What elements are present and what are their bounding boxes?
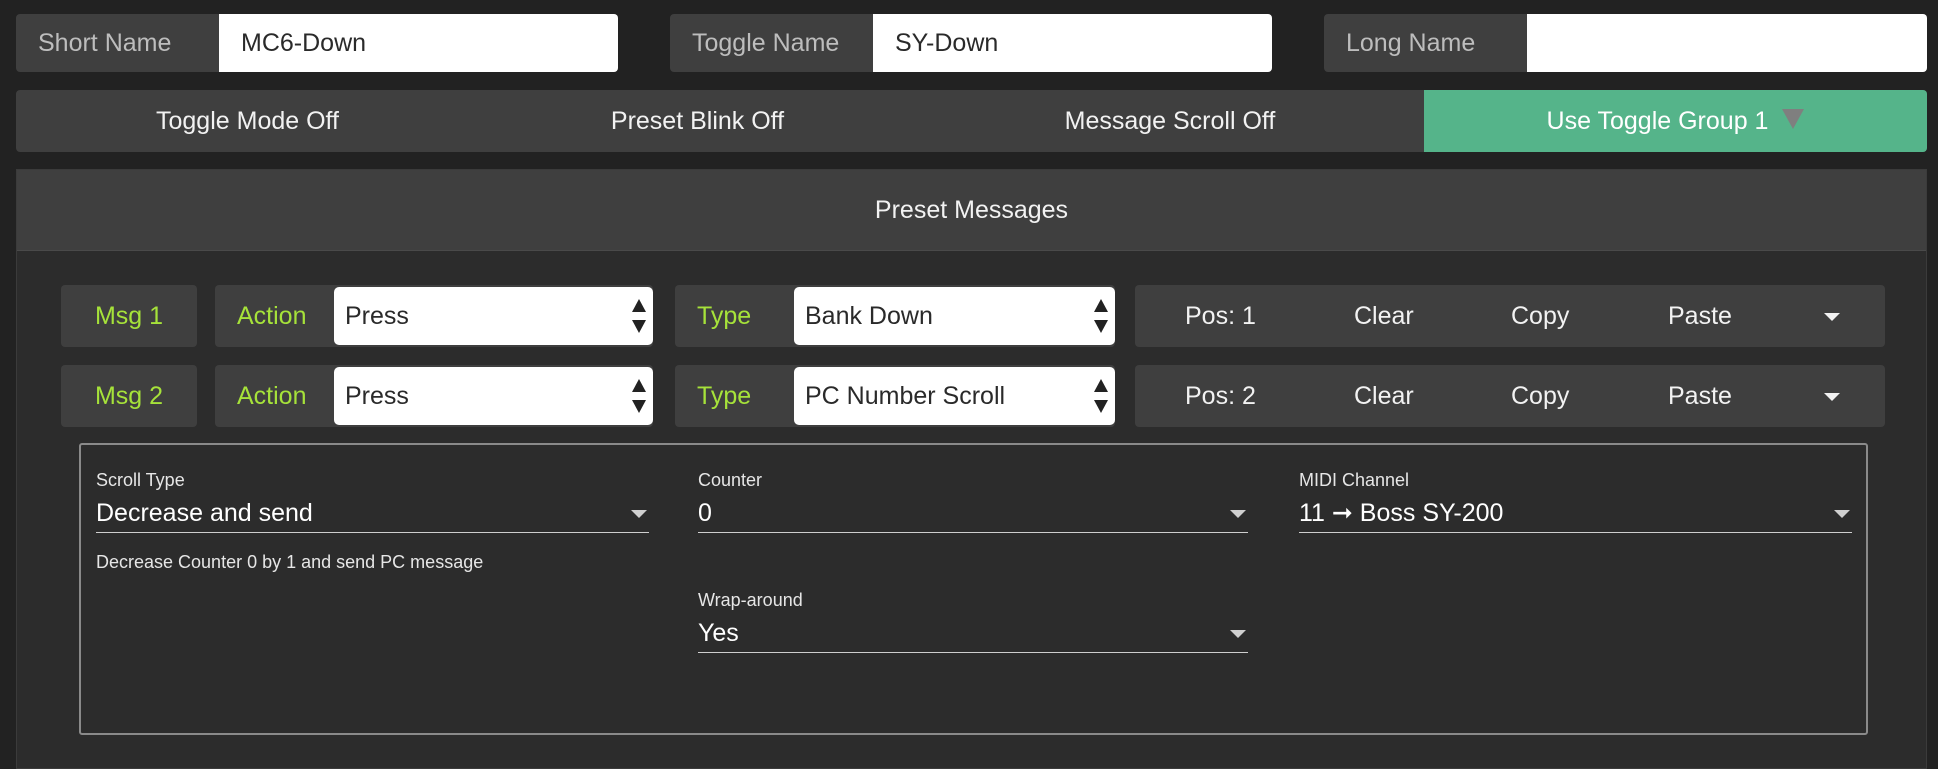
mode-bar: Toggle Mode Off Preset Blink Off Message… [16, 90, 1927, 152]
scroll-type-helper: Decrease Counter 0 by 1 and send PC mess… [96, 552, 484, 572]
msg-label: Msg 1 [94, 301, 164, 330]
message-scroll-button[interactable]: Message Scroll Off [916, 90, 1424, 152]
preset-messages-panel: Preset Messages Msg 1 Action Press Type … [16, 169, 1927, 769]
short-name-group: Short Name [16, 14, 618, 72]
counter-select[interactable]: 0 [698, 494, 1248, 533]
up-down-arrows-icon [632, 299, 646, 333]
panel-title: Preset Messages [17, 170, 1926, 251]
type-select-value: Bank Down [805, 301, 933, 330]
caret-down-icon [1230, 630, 1246, 638]
type-select[interactable]: Bank Down [794, 287, 1115, 345]
position-label: Pos: 1 [1185, 301, 1256, 330]
wrap-around-label: Wrap-around [698, 590, 803, 610]
scroll-type-value: Decrease and send [96, 498, 313, 527]
msg-label-pill: Msg 1 [61, 285, 197, 347]
position-controls: Pos: 2 Clear Copy Paste [1135, 365, 1885, 427]
up-down-arrows-icon [1094, 379, 1108, 413]
midi-channel-value: 11 ➞ Boss SY-200 [1299, 499, 1504, 527]
toggle-mode-button[interactable]: Toggle Mode Off [16, 90, 479, 152]
action-pill: Action Press [215, 285, 653, 347]
message-row-1: Msg 1 Action Press Type Bank Down Pos: 1… [61, 285, 1901, 347]
type-label: Type [697, 381, 752, 410]
wrap-around-field: Wrap-around Yes [698, 590, 1248, 654]
midi-channel-select[interactable]: 11 ➞ Boss SY-200 [1299, 494, 1852, 533]
counter-value: 0 [698, 498, 712, 527]
action-select-value: Press [345, 301, 409, 330]
scroll-type-field: Scroll Type Decrease and send [96, 470, 649, 534]
toggle-name-label: Toggle Name [670, 14, 873, 72]
clear-button[interactable]: Clear [1354, 285, 1414, 347]
up-down-arrows-icon [632, 379, 646, 413]
action-select-value: Press [345, 381, 409, 410]
preset-blink-button[interactable]: Preset Blink Off [479, 90, 916, 152]
counter-label: Counter [698, 470, 763, 490]
scroll-type-select[interactable]: Decrease and send [96, 494, 649, 533]
action-label: Action [237, 381, 307, 410]
counter-field: Counter 0 [698, 470, 1248, 534]
midi-channel-label: MIDI Channel [1299, 470, 1410, 490]
long-name-input[interactable] [1527, 14, 1927, 72]
action-pill: Action Press [215, 365, 653, 427]
copy-button[interactable]: Copy [1511, 365, 1569, 427]
midi-channel-field: MIDI Channel 11 ➞ Boss SY-200 [1299, 470, 1852, 534]
copy-button[interactable]: Copy [1511, 285, 1569, 347]
action-label: Action [237, 301, 307, 330]
toggle-group-label: Use Toggle Group 1 [1546, 106, 1769, 135]
type-pill: Type Bank Down [675, 285, 1115, 347]
msg-label-pill: Msg 2 [61, 365, 197, 427]
caret-down-icon[interactable] [1824, 313, 1840, 321]
position-controls: Pos: 1 Clear Copy Paste [1135, 285, 1885, 347]
short-name-label: Short Name [16, 14, 219, 72]
type-pill: Type PC Number Scroll [675, 365, 1115, 427]
scroll-type-label: Scroll Type [96, 470, 185, 490]
wrap-around-value: Yes [698, 618, 739, 647]
position-label: Pos: 2 [1185, 381, 1256, 410]
toggle-name-group: Toggle Name [670, 14, 1272, 72]
caret-down-icon[interactable] [1824, 393, 1840, 401]
short-name-input[interactable] [219, 14, 618, 72]
paste-button[interactable]: Paste [1668, 285, 1732, 347]
message-row-2: Msg 2 Action Press Type PC Number Scroll… [61, 365, 1901, 427]
paste-button[interactable]: Paste [1668, 365, 1732, 427]
caret-down-icon [1834, 510, 1850, 518]
toggle-name-input[interactable] [873, 14, 1272, 72]
action-select[interactable]: Press [334, 367, 653, 425]
up-down-arrows-icon [1094, 299, 1108, 333]
type-label: Type [697, 301, 752, 330]
type-select-value: PC Number Scroll [805, 381, 1006, 410]
toggle-group-button[interactable]: Use Toggle Group 1 [1424, 90, 1927, 152]
clear-button[interactable]: Clear [1354, 365, 1414, 427]
caret-down-icon [1230, 510, 1246, 518]
long-name-group: Long Name [1324, 14, 1927, 72]
triangle-down-icon [1782, 109, 1805, 129]
caret-down-icon [631, 510, 647, 518]
action-select[interactable]: Press [334, 287, 653, 345]
type-select[interactable]: PC Number Scroll [794, 367, 1115, 425]
message-detail-box: Scroll Type Decrease and send Decrease C… [79, 443, 1868, 735]
wrap-around-select[interactable]: Yes [698, 614, 1248, 653]
msg-label: Msg 2 [94, 381, 164, 410]
long-name-label: Long Name [1324, 14, 1527, 72]
